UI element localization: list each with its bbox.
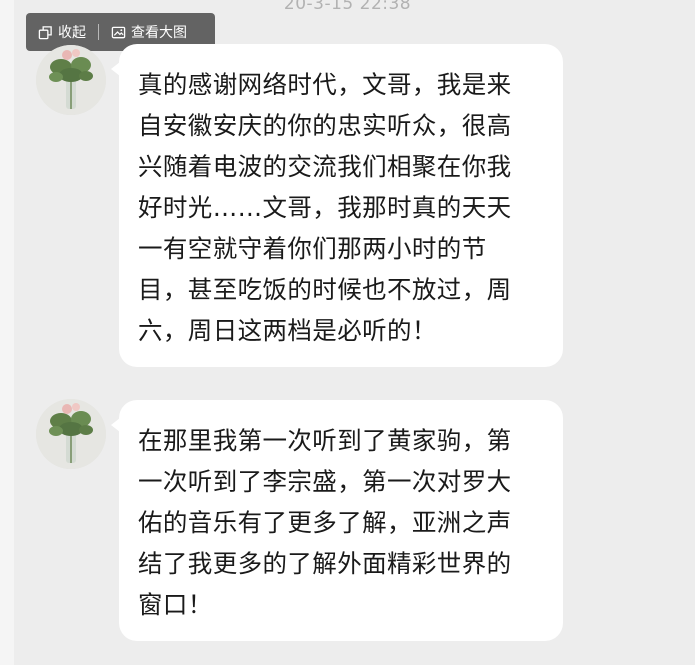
message-line: 目，甚至吃饭的时候也不放过，周	[138, 275, 512, 304]
message-line: 结了我更多的了解外面精彩世界的	[138, 549, 512, 578]
flower-vase-avatar-icon	[36, 45, 106, 115]
message-line: 好时光……文哥，我那时真的天天	[138, 193, 512, 222]
collapse-label: 收起	[58, 25, 86, 41]
message-bubble-2[interactable]: 在那里我第一次听到了黄家驹，第 一次听到了李宗盛，第一次对罗大 佑的音乐有了更多…	[111, 400, 563, 641]
message-line: 真的感谢网络时代，文哥，我是来	[138, 70, 512, 99]
sender-avatar[interactable]	[36, 45, 106, 115]
message-line: 一有空就守着你们那两小时的节	[138, 234, 487, 263]
sender-avatar[interactable]	[36, 399, 106, 469]
message-line: 六，周日这两档是必听的！	[138, 316, 437, 345]
image-icon	[111, 26, 126, 38]
message-bubble-1[interactable]: 真的感谢网络时代，文哥，我是来 自安徽安庆的你的忠实听众，很高 兴随着电波的交流…	[111, 44, 563, 367]
left-margin	[0, 0, 14, 665]
view-image-label: 查看大图	[131, 25, 187, 41]
message-line: 兴随着电波的交流我们相聚在你我	[138, 152, 512, 181]
flower-vase-avatar-icon	[36, 399, 106, 469]
message-line: 窗口！	[138, 590, 213, 619]
message-line: 一次听到了李宗盛，第一次对罗大	[138, 467, 512, 496]
message-line: 佑的音乐有了更多了解，亚洲之声	[138, 508, 512, 537]
message-timestamp: 20-3-15 22:38	[283, 0, 412, 14]
message-line: 自安徽安庆的你的忠实听众，很高	[138, 111, 512, 140]
message-line: 在那里我第一次听到了黄家驹，第	[138, 426, 512, 455]
collapse-icon	[38, 25, 52, 39]
